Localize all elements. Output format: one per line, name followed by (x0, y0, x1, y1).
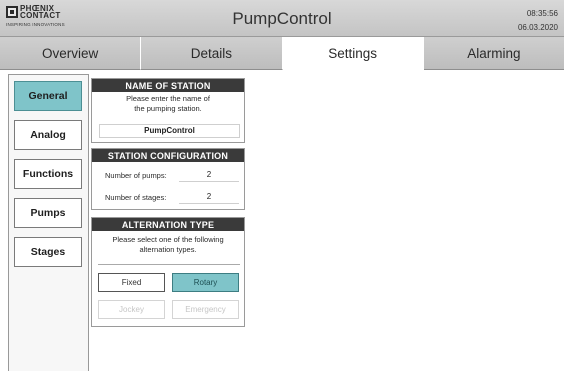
alternation-instruction-line1: Please select one of the following (112, 235, 224, 244)
station-config-panel: STATION CONFIGURATION Number of pumps: 2… (91, 148, 245, 210)
alternation-heading: ALTERNATION TYPE (92, 218, 244, 231)
app-title: PumpControl (232, 9, 332, 28)
alternation-rotary-button[interactable]: Rotary (172, 273, 239, 292)
stages-row: Number of stages: 2 (92, 191, 246, 205)
clock: 08:35:56 06.03.2020 (518, 7, 558, 35)
alternation-emergency-button[interactable]: Emergency (172, 300, 239, 319)
tab-alarming[interactable]: Alarming (423, 37, 564, 70)
tab-settings[interactable]: Settings (282, 37, 424, 70)
station-name-instruction-line1: Please enter the name of (126, 94, 210, 103)
app-header: PHŒNIX CONTACT INSPIRING INNOVATIONS Pum… (0, 0, 564, 37)
clock-time: 08:35:56 (526, 9, 558, 18)
tab-details[interactable]: Details (141, 37, 283, 70)
alternation-instruction-line2: alternation types. (139, 244, 197, 254)
station-name-input[interactable]: PumpControl (99, 124, 240, 138)
stages-label: Number of stages: (105, 193, 167, 202)
sidebar-item-general[interactable]: General (14, 81, 82, 111)
sidebar-item-analog[interactable]: Analog (14, 120, 82, 150)
station-name-instruction-line2: the pumping station. (134, 103, 202, 113)
station-config-heading: STATION CONFIGURATION (92, 149, 244, 162)
alternation-jockey-button[interactable]: Jockey (98, 300, 165, 319)
pumps-row: Number of pumps: 2 (92, 169, 246, 183)
sidebar-item-stages[interactable]: Stages (14, 237, 82, 267)
pumps-label: Number of pumps: (105, 171, 167, 180)
main-navigation: Overview Details Settings Alarming (0, 37, 564, 70)
station-name-instruction: Please enter the name of the pumping sta… (92, 94, 244, 113)
alternation-fixed-button[interactable]: Fixed (98, 273, 165, 292)
settings-sidebar: General Analog Functions Pumps Stages (8, 74, 89, 371)
pumps-input[interactable]: 2 (179, 169, 239, 182)
tab-overview[interactable]: Overview (0, 37, 142, 70)
station-name-heading: NAME OF STATION (92, 79, 244, 92)
alternation-instruction: Please select one of the following alter… (92, 235, 244, 254)
sidebar-item-functions[interactable]: Functions (14, 159, 82, 189)
clock-date: 06.03.2020 (517, 23, 558, 32)
alternation-panel: ALTERNATION TYPE Please select one of th… (91, 217, 245, 327)
station-name-panel: NAME OF STATION Please enter the name of… (91, 78, 245, 143)
stages-input[interactable]: 2 (179, 191, 239, 204)
alternation-divider (98, 264, 240, 265)
sidebar-item-pumps[interactable]: Pumps (14, 198, 82, 228)
